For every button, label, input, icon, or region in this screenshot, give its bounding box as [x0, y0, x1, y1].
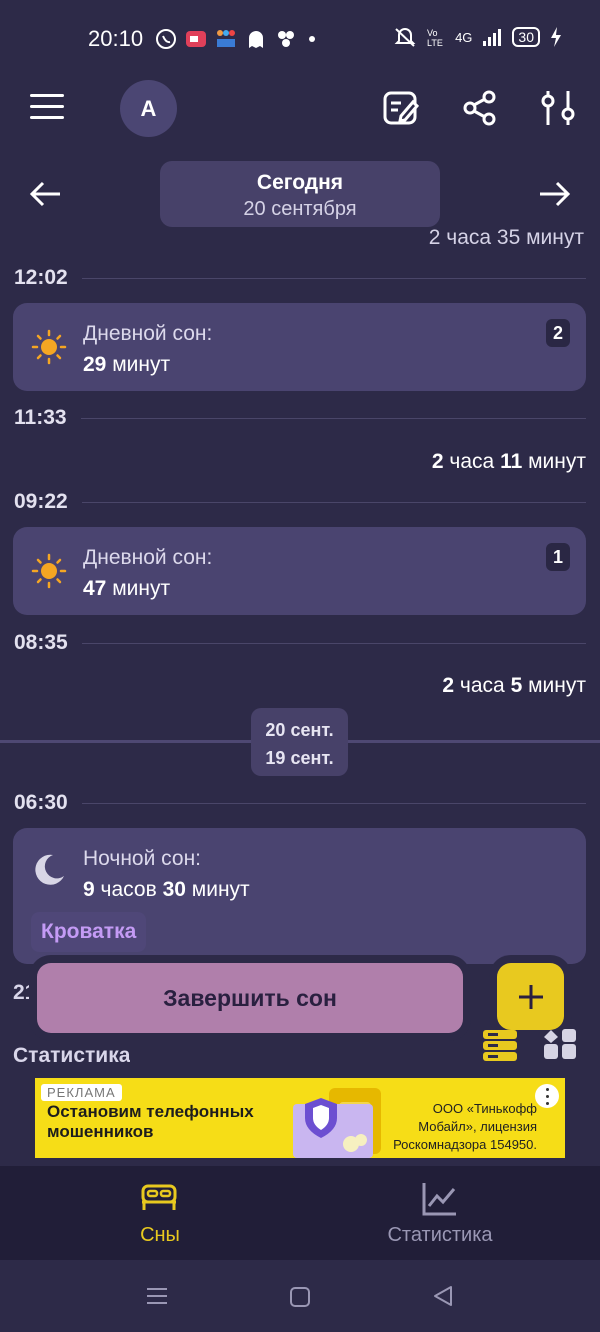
sleep-duration: 29 минут [83, 353, 171, 376]
grid-view-icon[interactable] [542, 1028, 578, 1062]
plus-icon [518, 984, 543, 1009]
awake-gap-duration: 2 часа 11 минут [431, 450, 586, 473]
sleep-place-tag: Кроватка [31, 912, 147, 952]
ghost-icon [249, 31, 263, 48]
sleep-type-label: Ночной сон: [83, 847, 202, 870]
finish-sleep-button[interactable]: Завершить сон [37, 963, 463, 1033]
network-type: 4G [455, 29, 473, 45]
sleep-count-badge: 1 [546, 543, 570, 571]
add-button[interactable] [497, 963, 564, 1030]
battery-level: 30 [512, 27, 540, 47]
sun-icon [31, 329, 67, 365]
menu-icon[interactable] [30, 94, 64, 120]
edit-note-icon[interactable] [382, 88, 420, 128]
next-day-arrow-icon[interactable] [536, 176, 572, 212]
bottom-navigation: Сны Статистика [0, 1166, 600, 1260]
back-icon[interactable] [432, 1285, 454, 1307]
time-marker: 08:35 [14, 631, 586, 655]
sleep-type-label: Дневной сон: [83, 322, 213, 345]
cut-off-duration: 2 часа 35 минут [428, 228, 584, 248]
nav-tab-sleeps[interactable]: Сны [10, 1166, 310, 1260]
mute-icon [394, 28, 416, 47]
ad-label: РЕКЛАМА [41, 1084, 122, 1101]
statistics-section-title: Статистика [13, 1044, 131, 1066]
svg-text:LTE: LTE [427, 38, 443, 48]
sleep-type-label: Дневной сон: [83, 546, 213, 569]
ad-banner[interactable]: РЕКЛАМА Остановим телефонных мошенников … [35, 1078, 565, 1158]
sleep-card-day-1[interactable]: Дневной сон: 47 минут 1 [13, 527, 586, 615]
date-title: Сегодня [256, 171, 344, 194]
date-subtitle: 20 сентября [243, 198, 357, 220]
sleep-card-night[interactable]: Ночной сон: 9 часов 30 минут Кроватка [13, 828, 586, 964]
charging-icon [551, 27, 561, 47]
sleep-count-badge: 2 [546, 319, 570, 347]
time-marker: 06:30 [14, 791, 586, 815]
ad-headline: Остановим телефонных мошенников [47, 1102, 254, 1141]
system-navigation-bar [0, 1260, 600, 1332]
date-selector[interactable]: Сегодня 20 сентября [160, 161, 440, 227]
moon-icon [35, 854, 64, 885]
video-icon [186, 31, 206, 47]
time-marker-cut: 21 [13, 981, 37, 1004]
sleep-duration: 9 часов 30 минут [83, 878, 250, 901]
avatar[interactable]: А [120, 80, 177, 137]
status-system-icons: Vo LTE 4G 30 [393, 26, 562, 48]
ad-more-options-icon[interactable] [535, 1084, 559, 1108]
detmir-icon [217, 30, 235, 47]
time-marker: 11:33 [14, 406, 586, 430]
nav-tab-label: Статистика [387, 1224, 493, 1246]
chart-icon [422, 1183, 456, 1216]
nav-tab-label: Сны [140, 1224, 180, 1246]
svg-text:Vo: Vo [427, 28, 438, 38]
status-notification-icons [155, 27, 319, 51]
more-notifications-icon [309, 36, 315, 42]
recent-apps-icon[interactable] [146, 1286, 168, 1306]
sun-icon [31, 553, 67, 589]
bed-icon [141, 1184, 177, 1210]
share-icon[interactable] [461, 88, 499, 128]
sleep-card-day-2[interactable]: Дневной сон: 29 минут 2 [13, 303, 586, 391]
day-change-chip: 20 сент. 19 сент. [251, 708, 348, 776]
status-time: 20:10 [88, 26, 144, 51]
time-marker: 12:02 [14, 266, 586, 290]
home-icon[interactable] [289, 1286, 311, 1308]
list-view-icon[interactable] [482, 1028, 518, 1062]
signal-icon [483, 29, 502, 46]
filter-settings-icon[interactable] [540, 88, 578, 128]
sleep-duration: 47 минут [83, 577, 171, 600]
viber-icon [156, 29, 176, 49]
dots-app-icon [278, 31, 294, 47]
time-marker: 09:22 [14, 490, 586, 514]
awake-gap-duration: 2 часа 5 минут [442, 674, 586, 697]
volte-icon: VoLTE [427, 28, 443, 48]
ad-legal-text: ООО «Тинькофф Мобайл», лицензия Роскомна… [393, 1101, 537, 1158]
prev-day-arrow-icon[interactable] [28, 176, 64, 212]
nav-tab-statistics[interactable]: Статистика [290, 1166, 590, 1260]
